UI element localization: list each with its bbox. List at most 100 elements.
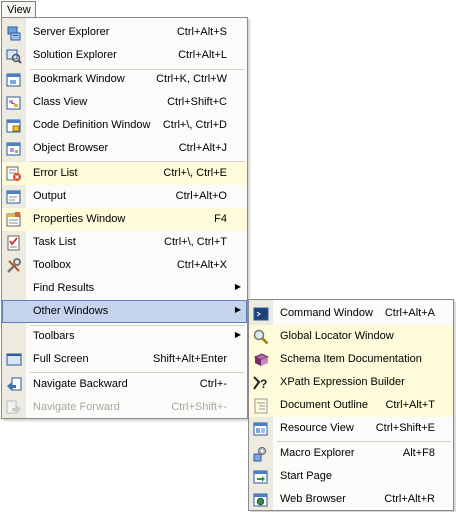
document-outline-icon <box>253 398 269 414</box>
menu-item-web-browser[interactable]: Web Browser Ctrl+Alt+R <box>249 488 453 511</box>
xpath-builder-icon: ? <box>253 375 269 391</box>
menu-item-output[interactable]: Output Ctrl+Alt+O <box>2 185 247 208</box>
menu-item-shortcut: Ctrl+- <box>199 378 227 390</box>
toolbox-icon <box>6 258 22 274</box>
menu-item-label: Server Explorer <box>33 26 110 38</box>
global-locator-icon <box>253 329 269 345</box>
menu-item-global-locator-window[interactable]: Global Locator Window <box>249 325 453 348</box>
start-page-icon <box>253 469 269 485</box>
class-view-icon <box>6 95 22 111</box>
menu-item-shortcut: Ctrl+Alt+J <box>178 142 227 154</box>
menu-item-toolbars[interactable]: Toolbars ▶ <box>2 325 247 348</box>
menu-item-shortcut: Ctrl+Alt+A <box>384 307 435 319</box>
submenu-arrow-icon: ▶ <box>234 305 241 314</box>
menu-item-shortcut: F4 <box>214 213 227 225</box>
server-explorer-icon <box>6 25 22 41</box>
menu-item-code-definition-window[interactable]: Code Definition Window Ctrl+\, Ctrl+D <box>2 114 247 137</box>
command-window-icon <box>253 306 269 322</box>
menu-item-task-list[interactable]: Task List Ctrl+\, Ctrl+T <box>2 231 247 254</box>
menu-item-document-outline[interactable]: Document Outline Ctrl+Alt+T <box>249 394 453 417</box>
svg-text:?: ? <box>260 377 267 391</box>
menu-item-label: Document Outline <box>280 399 369 411</box>
full-screen-icon <box>6 352 22 368</box>
menu-item-class-view[interactable]: Class View Ctrl+Shift+C <box>2 91 247 114</box>
menu-item-label: Task List <box>33 236 76 248</box>
menu-item-object-browser[interactable]: Object Browser Ctrl+Alt+J <box>2 137 247 160</box>
menu-item-properties-window[interactable]: Properties Window F4 <box>2 208 247 231</box>
view-menu-tab[interactable]: View <box>1 1 36 17</box>
menu-item-schema-item-documentation[interactable]: Schema Item Documentation <box>249 348 453 371</box>
menu-item-label: Command Window <box>280 307 373 319</box>
submenu-arrow-icon: ▶ <box>234 282 241 291</box>
menu-item-shortcut: Ctrl+Alt+O <box>175 190 227 202</box>
menu-item-shortcut: Ctrl+Alt+T <box>385 399 435 411</box>
menu-item-other-windows[interactable]: Other Windows ▶ <box>2 300 247 323</box>
menu-item-label: Toolbars <box>33 330 75 342</box>
menu-item-navigate-forward: Navigate Forward Ctrl+Shift+- <box>2 396 247 419</box>
menu-item-solution-explorer[interactable]: Solution Explorer Ctrl+Alt+L <box>2 44 247 67</box>
navigate-forward-icon <box>6 400 22 416</box>
menu-item-label: Bookmark Window <box>33 73 125 85</box>
menu-item-shortcut: Ctrl+\, Ctrl+E <box>163 167 227 179</box>
schema-item-icon <box>253 352 269 368</box>
menu-item-shortcut: Shift+Alt+Enter <box>153 353 227 365</box>
menu-item-label: Navigate Backward <box>33 378 128 390</box>
menu-item-label: Schema Item Documentation <box>280 353 422 365</box>
menu-item-label: Web Browser <box>280 493 346 505</box>
menu-item-label: Error List <box>33 167 78 179</box>
menu-item-label: Output <box>33 190 67 202</box>
menu-item-label: Code Definition Window <box>33 119 151 131</box>
menu-item-shortcut: Ctrl+Shift+E <box>375 422 435 434</box>
menu-item-shortcut: Ctrl+K, Ctrl+W <box>156 73 227 85</box>
menu-item-label: Object Browser <box>33 142 109 154</box>
code-definition-icon <box>6 118 22 134</box>
menu-item-resource-view[interactable]: Resource View Ctrl+Shift+E <box>249 417 453 440</box>
menu-item-label: Find Results <box>33 282 95 294</box>
properties-icon <box>6 212 22 228</box>
menu-item-shortcut: Ctrl+Alt+R <box>384 493 435 505</box>
error-list-icon <box>6 166 22 182</box>
menu-item-label: Solution Explorer <box>33 49 117 61</box>
solution-explorer-icon <box>6 48 22 64</box>
menu-item-shortcut: Ctrl+\, Ctrl+T <box>164 236 227 248</box>
menu-item-label: XPath Expression Builder <box>280 376 405 388</box>
menu-item-label: Macro Explorer <box>280 447 355 459</box>
menu-item-label: Resource View <box>280 422 354 434</box>
output-icon <box>6 189 22 205</box>
menu-item-shortcut: Ctrl+\, Ctrl+D <box>162 119 227 131</box>
menu-item-macro-explorer[interactable]: Macro Explorer Alt+F8 <box>249 442 453 465</box>
menu-item-label: Toolbox <box>33 259 71 271</box>
resource-view-icon <box>253 421 269 437</box>
menu-item-command-window[interactable]: Command Window Ctrl+Alt+A <box>249 302 453 325</box>
menu-item-shortcut: Alt+F8 <box>402 447 435 459</box>
menu-item-xpath-expression-builder[interactable]: ? XPath Expression Builder <box>249 371 453 394</box>
menu-item-label: Global Locator Window <box>280 330 394 342</box>
menu-item-shortcut: Ctrl+Alt+X <box>176 259 227 271</box>
other-windows-submenu: Command Window Ctrl+Alt+A Global Locator… <box>248 299 454 511</box>
menu-item-label: Full Screen <box>33 353 89 365</box>
web-browser-icon <box>253 492 269 508</box>
menu-item-label: Start Page <box>280 470 332 482</box>
menu-item-label: Navigate Forward <box>33 401 120 413</box>
submenu-arrow-icon: ▶ <box>234 330 241 339</box>
menu-item-shortcut: Ctrl+Alt+L <box>178 49 227 61</box>
menu-item-find-results[interactable]: Find Results ▶ <box>2 277 247 300</box>
menu-item-label: Properties Window <box>33 213 126 225</box>
menu-item-shortcut: Ctrl+Alt+S <box>176 26 227 38</box>
menu-item-shortcut: Ctrl+Shift+C <box>167 96 227 108</box>
bookmark-window-icon <box>6 72 22 88</box>
macro-explorer-icon <box>253 446 269 462</box>
menu-item-navigate-backward[interactable]: Navigate Backward Ctrl+- <box>2 373 247 396</box>
menu-item-label: Class View <box>33 96 88 108</box>
menu-item-shortcut: Ctrl+Shift+- <box>171 401 227 413</box>
menu-item-full-screen[interactable]: Full Screen Shift+Alt+Enter <box>2 348 247 371</box>
menu-item-label: Other Windows <box>33 305 109 317</box>
view-menu: Server Explorer Ctrl+Alt+S Solution Expl… <box>1 17 248 419</box>
object-browser-icon <box>6 141 22 157</box>
menu-item-error-list[interactable]: Error List Ctrl+\, Ctrl+E <box>2 162 247 185</box>
menu-item-toolbox[interactable]: Toolbox Ctrl+Alt+X <box>2 254 247 277</box>
menu-item-bookmark-window[interactable]: Bookmark Window Ctrl+K, Ctrl+W <box>2 68 247 91</box>
menu-item-server-explorer[interactable]: Server Explorer Ctrl+Alt+S <box>2 21 247 44</box>
menu-item-start-page[interactable]: Start Page <box>249 465 453 488</box>
navigate-backward-icon <box>6 377 22 393</box>
